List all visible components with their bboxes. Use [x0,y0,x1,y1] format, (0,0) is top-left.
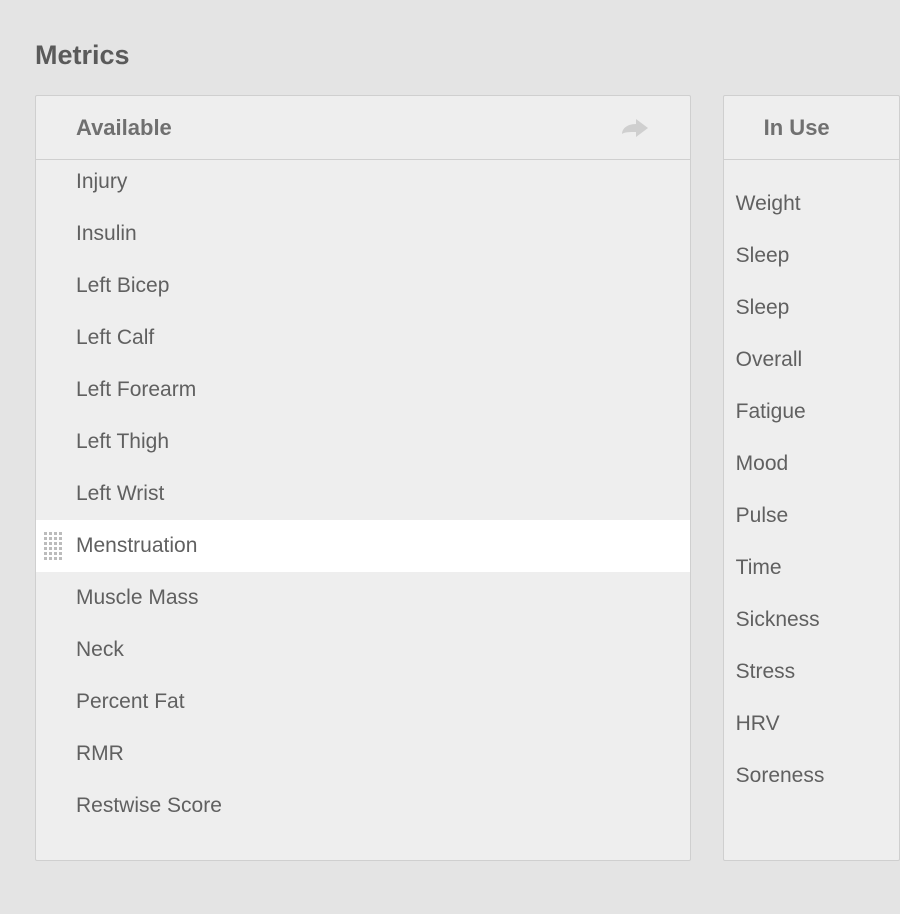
metric-item-label: Restwise Score [76,794,222,817]
metric-item-label: Soreness [736,764,825,787]
metric-item-label: Time [736,556,782,579]
metric-item-label: Fatigue [736,400,806,423]
available-panel-title: Available [76,115,172,141]
available-panel: Available Injury Insulin Left Bicep Left Ca… [35,95,691,861]
available-metric-item[interactable]: Insulin [36,208,690,260]
available-metric-item[interactable]: RMR [36,728,690,780]
available-panel-body: Injury Insulin Left Bicep Left Calf Left For… [36,160,690,860]
in-use-metric-item[interactable]: Pulse [724,490,899,542]
metric-item-label: Left Wrist [76,482,164,505]
in-use-metric-item[interactable]: Sickness [724,594,899,646]
metric-item-label: Left Calf [76,326,154,349]
available-metric-item[interactable]: Left Forearm [36,364,690,416]
metric-item-label: Menstruation [76,534,197,557]
metric-item-label: Stress [736,660,796,683]
metric-item-label: Weight [736,192,801,215]
in-use-panel: In Use Weight Sleep Sleep Overall Fatigue Moo… [723,95,900,861]
in-use-metric-item[interactable]: Sleep [724,230,899,282]
metric-item-label: Left Thigh [76,430,169,453]
metric-item-label: Mood [736,452,789,475]
in-use-panel-header: In Use [724,96,899,160]
in-use-metric-item[interactable]: Fatigue [724,386,899,438]
in-use-metric-item[interactable]: Weight [724,178,899,230]
metric-item-label: Left Bicep [76,274,169,297]
in-use-metric-list: Weight Sleep Sleep Overall Fatigue Mood Pulse T… [724,160,899,802]
available-metric-item[interactable]: Left Calf [36,312,690,364]
metric-item-label: HRV [736,712,780,735]
metric-item-label: Injury [76,170,127,193]
metric-item-label: Percent Fat [76,690,185,713]
available-metric-list: Injury Insulin Left Bicep Left Calf Left For… [36,160,690,832]
in-use-metric-item[interactable]: HRV [724,698,899,750]
in-use-metric-item[interactable]: Mood [724,438,899,490]
metric-item-label: Sleep [736,296,790,319]
available-metric-item[interactable]: Neck [36,624,690,676]
metric-item-label: Sleep [736,244,790,267]
available-metric-item[interactable]: Left Bicep [36,260,690,312]
page-title: Metrics [0,0,900,95]
in-use-metric-item[interactable]: Sleep [724,282,899,334]
metric-item-label: Sickness [736,608,820,631]
available-metric-item[interactable]: Restwise Score [36,780,690,832]
metric-item-label: Left Forearm [76,378,196,401]
available-metric-item[interactable]: Percent Fat [36,676,690,728]
metric-item-label: Neck [76,638,124,661]
available-metric-item[interactable]: Menstruation [36,520,690,572]
available-panel-header: Available [36,96,690,160]
in-use-panel-title: In Use [764,115,830,141]
metric-item-label: RMR [76,742,124,765]
metric-item-label: Overall [736,348,803,371]
drag-handle-icon[interactable] [44,532,64,560]
in-use-metric-item[interactable]: Soreness [724,750,899,802]
share-arrow-icon[interactable] [620,116,650,140]
in-use-metric-item[interactable]: Time [724,542,899,594]
metric-item-label: Pulse [736,504,789,527]
metric-item-label: Insulin [76,222,137,245]
panels-row: Available Injury Insulin Left Bicep Left Ca… [0,95,900,861]
available-metric-item[interactable]: Muscle Mass [36,572,690,624]
metric-item-label: Muscle Mass [76,586,199,609]
available-metric-item[interactable]: Injury [36,160,690,208]
available-metric-item[interactable]: Left Wrist [36,468,690,520]
available-metric-item[interactable]: Left Thigh [36,416,690,468]
in-use-metric-item[interactable]: Stress [724,646,899,698]
in-use-panel-body: Weight Sleep Sleep Overall Fatigue Mood Pulse T… [724,160,899,860]
in-use-metric-item[interactable]: Overall [724,334,899,386]
